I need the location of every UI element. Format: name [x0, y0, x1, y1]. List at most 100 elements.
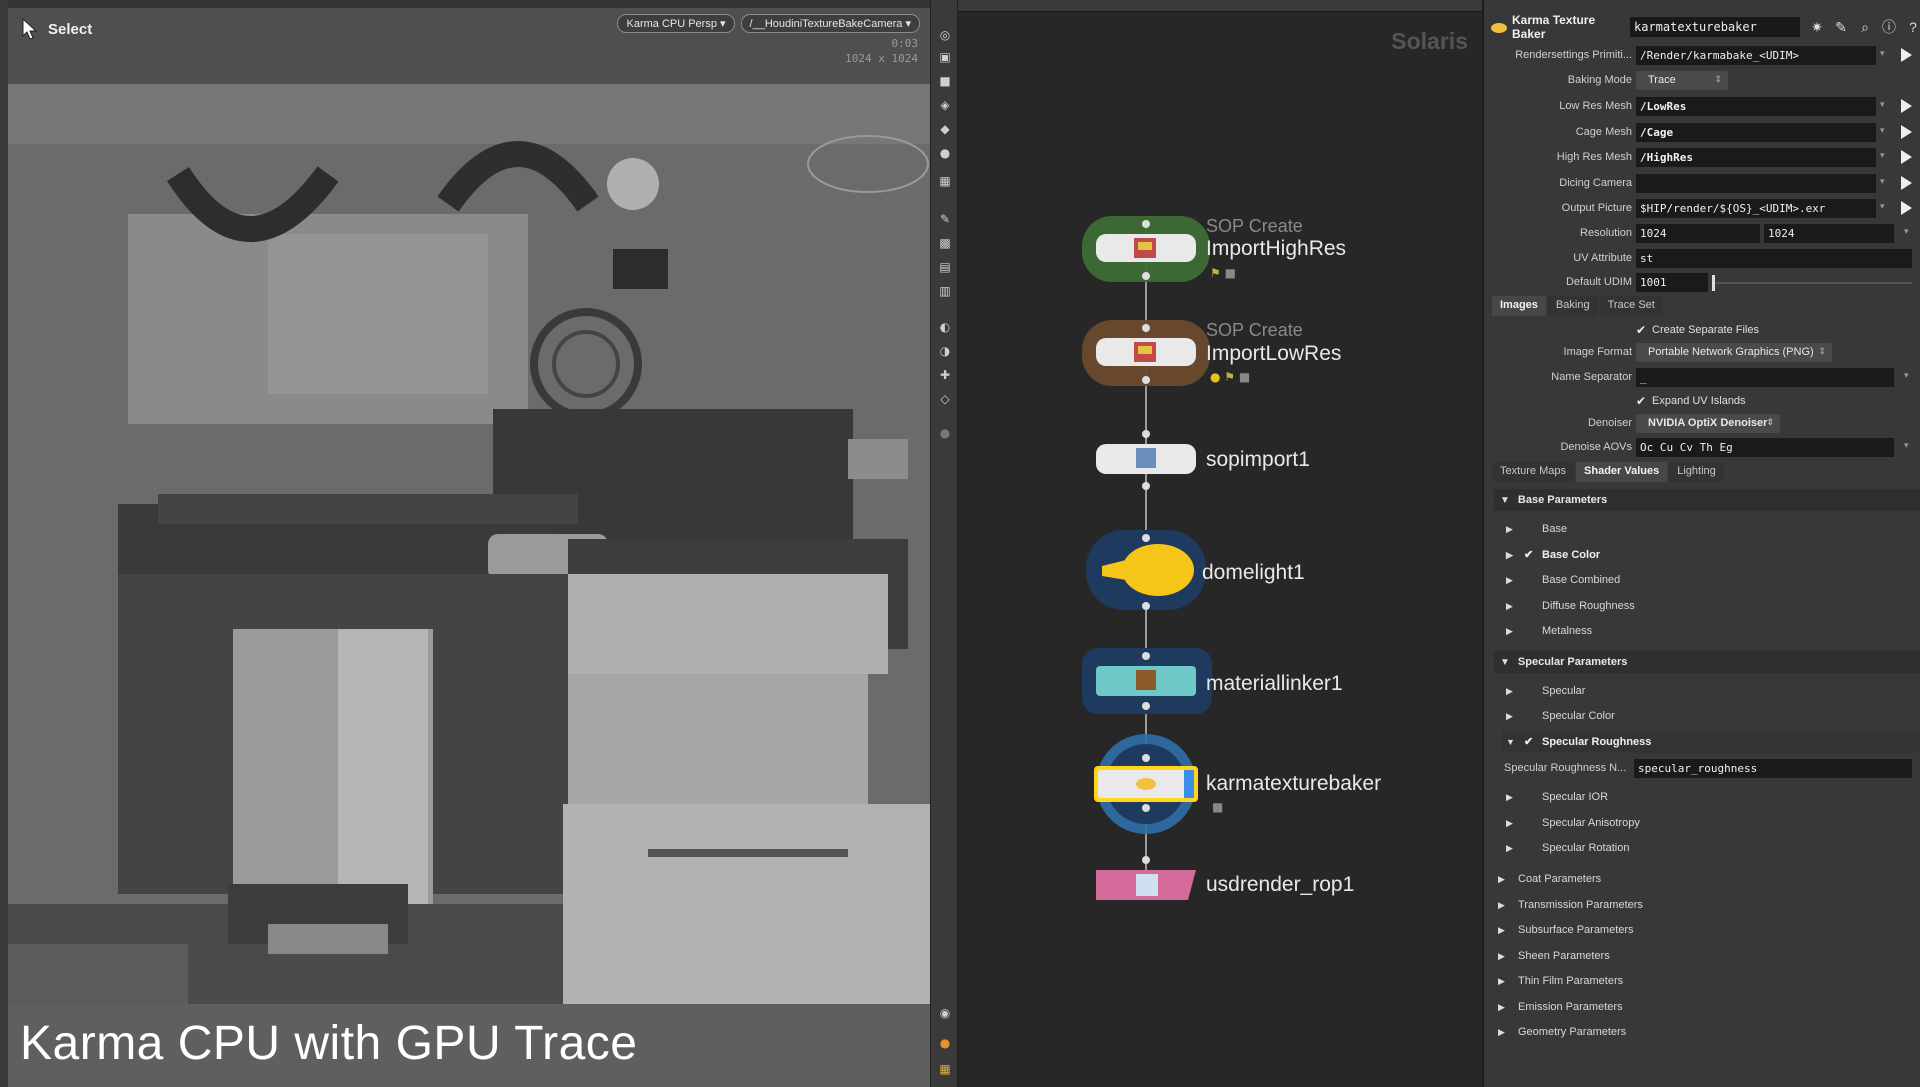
tab-images[interactable]: Images: [1492, 296, 1546, 316]
jump-arrow-icon[interactable]: [1901, 48, 1912, 62]
fold-emission[interactable]: ▶ Emission Parameters: [1498, 996, 1920, 1018]
udim-slider-track[interactable]: [1712, 282, 1912, 284]
file-chooser-icon[interactable]: [1901, 201, 1912, 215]
spec-roughness-name-field[interactable]: specular_roughness: [1634, 759, 1912, 778]
grid-icon[interactable]: ▩: [935, 234, 955, 252]
denoise-aovs-field[interactable]: Oc Cu Cv Th Eg: [1636, 438, 1894, 457]
checkbox[interactable]: [1524, 574, 1536, 586]
low-res-field[interactable]: /LowRes: [1636, 97, 1876, 116]
stop-icon[interactable]: ●: [935, 424, 955, 442]
fold-coat[interactable]: ▶ Coat Parameters: [1498, 868, 1920, 890]
wireframe-icon[interactable]: ▤: [935, 258, 955, 276]
warning-icon[interactable]: ●: [935, 1034, 955, 1052]
section-specular-parameters[interactable]: ▼ Specular Parameters: [1494, 651, 1920, 673]
network-editor[interactable]: Solaris SOP Create ImportHighRes ⚑ ■ SOP…: [958, 0, 1482, 1087]
chevron-down-icon[interactable]: ▾: [1880, 176, 1885, 187]
uv-attribute-field[interactable]: st: [1636, 249, 1912, 268]
rendersettings-field[interactable]: /Render/karmabake_<UDIM>: [1636, 46, 1876, 65]
node-usdrender-rop1[interactable]: usdrender_rop1: [1206, 873, 1354, 897]
dicing-camera-field[interactable]: [1636, 174, 1876, 193]
denoiser-menu[interactable]: NVIDIA OptiX Denoiser ⇕: [1636, 414, 1780, 433]
render-region-icon[interactable]: ◇: [935, 390, 955, 408]
checkmark-icon[interactable]: ✔: [1524, 736, 1536, 748]
node-name-field[interactable]: karmatexturebaker: [1630, 17, 1800, 37]
specular-color-item[interactable]: ▶ Specular Color: [1502, 705, 1920, 727]
node-karmatexturebaker[interactable]: karmatexturebaker: [1206, 772, 1381, 796]
specular-ior-item[interactable]: ▶ Specular IOR: [1502, 786, 1920, 808]
search-icon[interactable]: ⌕: [1856, 18, 1874, 36]
chevron-down-icon[interactable]: ▾: [1880, 150, 1885, 161]
jump-arrow-icon[interactable]: [1901, 150, 1912, 164]
visibility-icon[interactable]: ◉: [935, 1004, 955, 1022]
select-tool-indicator[interactable]: Select: [22, 18, 92, 40]
help-icon[interactable]: ?: [1904, 18, 1920, 36]
baking-mode-menu[interactable]: Trace ⇕: [1636, 71, 1728, 90]
jump-arrow-icon[interactable]: [1901, 176, 1912, 190]
specular-anisotropy-item[interactable]: ▶ Specular Anisotropy: [1502, 812, 1920, 834]
cage-field[interactable]: /Cage: [1636, 123, 1876, 142]
tab-trace-set[interactable]: Trace Set: [1599, 296, 1663, 316]
jump-arrow-icon[interactable]: [1901, 125, 1912, 139]
base-item[interactable]: ▶ Base: [1502, 518, 1920, 540]
node-domelight1[interactable]: domelight1: [1202, 561, 1305, 585]
base-color-item[interactable]: ▶ ✔ Base Color: [1502, 544, 1920, 566]
chevron-down-icon[interactable]: ▾: [1880, 48, 1885, 59]
lock-icon[interactable]: ■: [935, 72, 955, 90]
light-icon[interactable]: ●: [935, 144, 955, 162]
checkbox[interactable]: [1524, 625, 1536, 637]
diffuse-roughness-item[interactable]: ▶ Diffuse Roughness: [1502, 595, 1920, 617]
section-base-parameters[interactable]: ▼ Base Parameters: [1494, 489, 1920, 511]
resolution-y-field[interactable]: 1024: [1764, 224, 1894, 243]
shading-icon[interactable]: ▥: [935, 282, 955, 300]
handles-icon[interactable]: ✎: [935, 210, 955, 228]
chevron-down-icon[interactable]: ▾: [1904, 440, 1909, 451]
checkbox[interactable]: [1524, 791, 1536, 803]
base-combined-item[interactable]: ▶ Base Combined: [1502, 569, 1920, 591]
camera-icon[interactable]: ▣: [935, 48, 955, 66]
pin-icon[interactable]: ◈: [935, 96, 955, 114]
checkbox[interactable]: [1524, 685, 1536, 697]
tab-baking[interactable]: Baking: [1547, 296, 1598, 316]
expand-uv-checkbox[interactable]: ✔ Expand UV Islands: [1636, 394, 1746, 408]
node-warning-icon[interactable]: ● ⚑ ■: [1210, 370, 1250, 384]
snap-icon[interactable]: ◆: [935, 120, 955, 138]
layout-icon[interactable]: ▦: [935, 1060, 955, 1078]
chevron-down-icon[interactable]: ▾: [1880, 125, 1885, 136]
camera-path-menu[interactable]: /__HoudiniTextureBakeCamera ▾: [740, 14, 920, 33]
chevron-down-icon[interactable]: ▾: [1904, 226, 1909, 237]
metalness-item[interactable]: ▶ Metalness: [1502, 620, 1920, 642]
checkbox[interactable]: [1524, 710, 1536, 722]
fold-thin-film[interactable]: ▶ Thin Film Parameters: [1498, 970, 1920, 992]
node-importlowres[interactable]: ImportLowRes: [1206, 342, 1341, 366]
checkbox[interactable]: [1524, 523, 1536, 535]
output-picture-field[interactable]: $HIP/render/${OS}_<UDIM>.exr: [1636, 199, 1876, 218]
specular-roughness-item[interactable]: ▼ ✔ Specular Roughness: [1502, 731, 1920, 753]
gear-icon[interactable]: ✷: [1808, 18, 1826, 36]
brush-icon[interactable]: ✎: [1832, 18, 1850, 36]
chevron-down-icon[interactable]: ▾: [1904, 370, 1909, 381]
fold-sheen[interactable]: ▶ Sheen Parameters: [1498, 945, 1920, 967]
specular-rotation-item[interactable]: ▶ Specular Rotation: [1502, 837, 1920, 859]
tab-lighting[interactable]: Lighting: [1669, 462, 1724, 482]
checkbox[interactable]: [1524, 600, 1536, 612]
create-separate-checkbox[interactable]: ✔ Create Separate Files: [1636, 323, 1759, 337]
fold-subsurface[interactable]: ▶ Subsurface Parameters: [1498, 919, 1920, 941]
tab-shader-values[interactable]: Shader Values: [1576, 462, 1668, 482]
checkbox[interactable]: [1524, 817, 1536, 829]
display-options-icon[interactable]: ▦: [935, 172, 955, 190]
resolution-x-field[interactable]: 1024: [1636, 224, 1760, 243]
fold-geometry[interactable]: ▶ Geometry Parameters: [1498, 1021, 1920, 1043]
specular-item[interactable]: ▶ Specular: [1502, 680, 1920, 702]
scene-viewport[interactable]: Select Karma CPU Persp ▾ /__HoudiniTextu…: [0, 0, 930, 1087]
guide-icon[interactable]: ◑: [935, 342, 955, 360]
jump-arrow-icon[interactable]: [1901, 99, 1912, 113]
tab-texture-maps[interactable]: Texture Maps: [1492, 462, 1575, 482]
image-format-menu[interactable]: Portable Network Graphics (PNG) ⇕: [1636, 343, 1832, 362]
default-udim-field[interactable]: 1001: [1636, 273, 1708, 292]
high-res-field[interactable]: /HighRes: [1636, 148, 1876, 167]
eye-icon[interactable]: ◎: [935, 26, 955, 44]
node-importhighres[interactable]: ImportHighRes: [1206, 237, 1346, 261]
checkbox[interactable]: [1524, 842, 1536, 854]
chevron-down-icon[interactable]: ▾: [1880, 201, 1885, 212]
background-icon[interactable]: ◐: [935, 318, 955, 336]
